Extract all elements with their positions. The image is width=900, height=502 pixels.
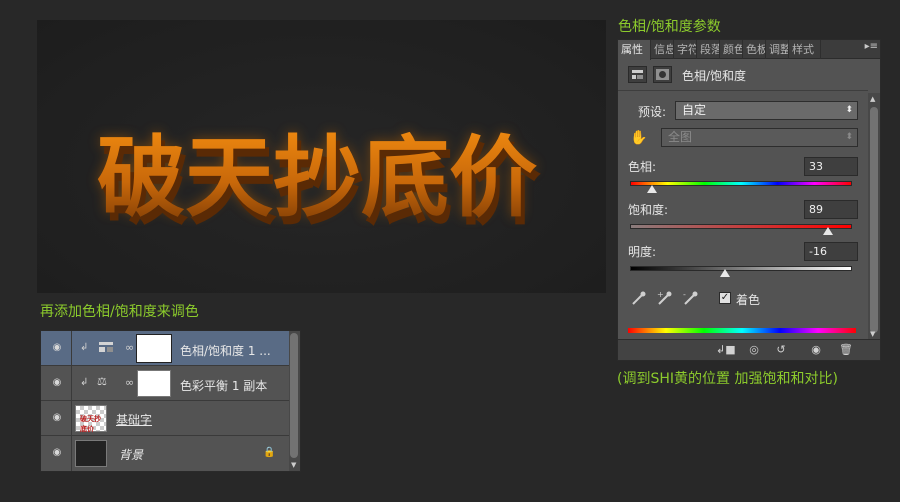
tab-swatches[interactable]: 色板 [743,40,766,59]
mask-icon[interactable] [653,66,672,83]
eye-icon[interactable]: ◉ [50,377,64,389]
layer-thumbnail[interactable] [75,440,107,467]
eyedropper-plus-icon[interactable]: + [657,290,673,306]
lightness-slider-thumb[interactable] [720,269,730,277]
layers-scrollbar[interactable]: ▼ [289,331,300,471]
lightness-input[interactable]: -16 [804,242,858,261]
target-hand-icon[interactable]: ✋ [630,130,647,146]
view-previous-icon[interactable]: ◎ [746,343,762,357]
eye-icon[interactable]: ◉ [50,412,64,424]
visibility-eye-icon[interactable]: ◉ [808,343,824,357]
hue-input[interactable]: 33 [804,157,858,176]
tab-properties[interactable]: 属性 [618,40,651,60]
scrollbar-thumb[interactable] [290,333,298,458]
lock-icon: 🔒 [263,447,276,458]
scroll-up-icon[interactable]: ▲ [870,95,875,103]
artwork-text: 破天抄底价 [97,126,537,229]
layer-row-hue-saturation[interactable]: ◉ ↲ ∞ 色相/饱和度 1 ... [41,331,290,366]
tab-info[interactable]: 信息 [651,40,674,59]
svg-text:-: - [683,290,686,299]
tab-character[interactable]: 字符 [674,40,697,59]
link-chain-icon[interactable]: ∞ [125,376,134,389]
saturation-input[interactable]: 89 [804,200,858,219]
saturation-slider-thumb[interactable] [823,227,833,235]
channel-value: 全图 [668,130,693,144]
properties-panel: 属性 信息 字符 段落 颜色 色板 调整 样式 ▸≡ 色相/饱和度 预设: 自定… [617,39,881,361]
layer-thumbnail-text: 破天抄底价 [80,415,101,433]
layer-thumbnail[interactable]: 破天抄底价 [75,405,107,433]
layer-name[interactable]: 色彩平衡 1 副本 [180,377,267,394]
layer-visibility-cell[interactable]: ◉ [41,331,72,366]
eye-icon[interactable]: ◉ [50,342,64,354]
clip-to-layer-icon[interactable]: ↲■ [716,343,736,357]
properties-footer: ↲■ ◎ ↺ ◉ 🗑 [618,339,880,360]
saturation-gradient [630,224,852,229]
clip-arrow-icon: ↲ [80,377,89,388]
scrollbar-thumb[interactable] [870,107,878,333]
hue-saturation-adjustment-icon [97,340,117,356]
adjustment-title: 色相/饱和度 [682,69,747,83]
channel-select[interactable]: 全图 ⬍ [661,128,858,147]
color-balance-adjustment-icon: ⚖ [97,375,107,388]
layer-name[interactable]: 色相/饱和度 1 ... [180,342,271,359]
layer-name[interactable]: 背景 [119,446,143,463]
tab-paragraph[interactable]: 段落 [697,40,720,59]
colorize-checkbox[interactable]: ✓ [719,292,731,304]
clip-arrow-icon: ↲ [80,342,89,353]
layer-name[interactable]: 基础字 [116,411,152,428]
panel-menu-icon[interactable]: ▸≡ [865,41,878,52]
chevron-updown-icon: ⬍ [845,132,853,142]
tab-color[interactable]: 颜色 [720,40,743,59]
divider [618,90,868,91]
layers-panel: ◉ ↲ ∞ 色相/饱和度 1 ... ◉ ↲ ⚖ ∞ 色彩平衡 1 副本 ◉ 破… [40,330,301,472]
eyedropper-icon[interactable] [631,290,647,306]
scroll-down-icon[interactable]: ▼ [870,330,875,338]
svg-text:+: + [657,290,664,299]
hue-slider-thumb[interactable] [647,185,657,193]
hue-gradient [630,181,852,186]
hue-spectrum-bar [628,328,856,333]
scroll-down-icon[interactable]: ▼ [291,461,296,469]
layer-row-background[interactable]: ◉ 背景 🔒 [41,436,290,471]
tab-adjustments[interactable]: 调整 [766,40,789,59]
chevron-updown-icon: ⬍ [845,105,853,115]
layer-visibility-cell[interactable]: ◉ [41,401,72,436]
layers-caption: 再添加色相/饱和度来调色 [40,304,199,320]
colorize-label: 着色 [736,293,761,307]
panel-tab-bar: 属性 信息 字符 段落 颜色 色板 调整 样式 ▸≡ [618,40,880,60]
properties-caption: 色相/饱和度参数 [618,19,721,35]
saturation-label: 饱和度: [628,203,669,217]
layer-visibility-cell[interactable]: ◉ [41,436,72,471]
document-canvas: 破天抄底价 破天抄底价 破天抄底价 [37,20,606,293]
delete-trash-icon[interactable]: 🗑 [838,343,854,357]
layer-mask-thumbnail[interactable] [136,334,172,363]
preset-select[interactable]: 自定 ⬍ [675,101,858,120]
screenshot-root: 破天抄底价 破天抄底价 破天抄底价 色相/饱和度参数 再添加色相/饱和度来调色 … [0,0,900,502]
preset-value: 自定 [682,103,707,117]
properties-scrollbar[interactable]: ▲ ▼ [868,93,880,340]
preset-label: 预设: [638,105,667,119]
lightness-label: 明度: [628,245,657,259]
layer-visibility-cell[interactable]: ◉ [41,366,72,401]
artwork-svg: 破天抄底价 破天抄底价 破天抄底价 [97,126,541,237]
adjustment-icon[interactable] [628,66,647,83]
layer-mask-thumbnail[interactable] [137,370,171,397]
layer-row-base-text[interactable]: ◉ 破天抄底价 基础字 [41,401,290,436]
eye-icon[interactable]: ◉ [50,447,64,459]
eyedropper-minus-icon[interactable]: - [683,290,699,306]
link-chain-icon[interactable]: ∞ [125,341,134,354]
lightness-gradient [630,266,852,271]
tab-styles[interactable]: 样式 [789,40,821,59]
layer-row-color-balance[interactable]: ◉ ↲ ⚖ ∞ 色彩平衡 1 副本 [41,366,290,401]
note-caption: (调到SHI黄的位置 加强饱和和对比) [617,371,838,387]
reset-icon[interactable]: ↺ [773,343,789,357]
hue-label: 色相: [628,160,657,174]
